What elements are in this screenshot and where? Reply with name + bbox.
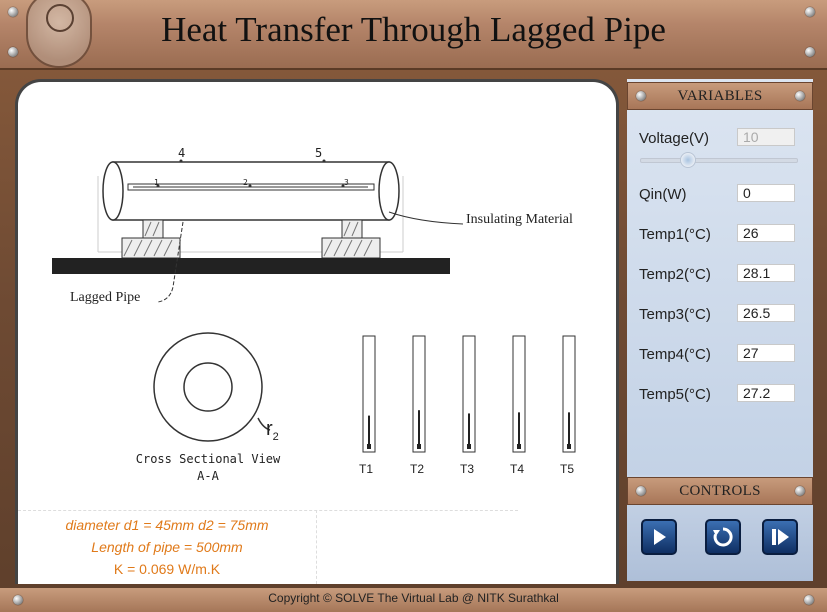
bolt-icon [8, 47, 18, 57]
bolt-icon [805, 7, 815, 17]
bolt-icon [805, 47, 815, 57]
r2-label: r2 [266, 418, 279, 443]
info-conductivity: K = 0.069 W/m.K [113, 561, 221, 577]
variables-header: VARIABLES [627, 82, 813, 110]
temp4-input[interactable]: 27 [737, 344, 795, 362]
temp5-input[interactable]: 27.2 [737, 384, 795, 402]
point-label-4: 4 [178, 146, 186, 160]
voltage-input[interactable]: 10 [737, 128, 795, 146]
r2-subscript: 2 [272, 431, 279, 443]
thermometer-label-t3: T3 [460, 462, 475, 476]
variables-title: VARIABLES [677, 88, 763, 104]
page-title: Heat Transfer Through Lagged Pipe [161, 10, 666, 49]
thermometer-group [362, 335, 576, 453]
experiment-panel: 4 5 1 2 3 Insulating Material Lagged Pip… [15, 79, 619, 584]
bolt-icon [636, 486, 646, 496]
bolt-icon [636, 91, 646, 101]
info-divider-vertical [316, 510, 317, 584]
thermometer-bulb [517, 444, 521, 449]
temp3-label: Temp3(°C) [639, 306, 711, 323]
point-label-5: 5 [315, 146, 323, 160]
play-icon [654, 529, 666, 545]
thermometer-bulb [367, 444, 371, 449]
thermometer-mercury [468, 413, 470, 448]
qin-input[interactable]: 0 [737, 184, 795, 202]
qin-label: Qin(W) [639, 186, 687, 203]
info-length: Length of pipe = 500mm [91, 539, 243, 555]
temp1-input[interactable]: 26 [737, 224, 795, 242]
title-bar: Heat Transfer Through Lagged Pipe [0, 0, 827, 70]
bolt-icon [795, 91, 805, 101]
step-icon [772, 529, 789, 545]
insulating-material-label: Insulating Material [466, 212, 573, 227]
lagged-pipe [102, 161, 400, 221]
voltage-label: Voltage(V) [639, 130, 710, 147]
thermometer-label-t4: T4 [510, 462, 525, 476]
cross-section-title: Cross Sectional View [135, 452, 281, 466]
point-label-3: 3 [344, 178, 349, 187]
thermometer-mercury [418, 410, 420, 448]
thermometer-label-t5: T5 [560, 462, 575, 476]
point-label-1: 1 [154, 178, 159, 187]
thermometer-bulb [467, 444, 471, 449]
info-diameter: diameter d1 = 45mm d2 = 75mm [65, 517, 269, 533]
controls-title: CONTROLS [679, 483, 761, 499]
play-button[interactable] [641, 519, 677, 555]
temp1-label: Temp1(°C) [639, 226, 711, 243]
pipe-support-left [121, 219, 181, 259]
bolt-icon [8, 7, 18, 17]
temp2-label: Temp2(°C) [639, 266, 711, 283]
voltage-slider-track[interactable] [640, 158, 798, 163]
thermometer-label-t2: T2 [410, 462, 425, 476]
footer-bar: Copyright © SOLVE The Virtual Lab @ NITK… [0, 588, 827, 612]
point-label-2: 2 [243, 178, 248, 187]
copyright-text: Copyright © SOLVE The Virtual Lab @ NITK… [268, 591, 559, 605]
bolt-icon [795, 486, 805, 496]
r2-base: r [266, 418, 273, 440]
pipe-support-right [321, 219, 381, 259]
cross-section-view [153, 332, 271, 442]
reset-icon [713, 527, 733, 547]
step-button[interactable] [762, 519, 798, 555]
bolt-icon [804, 595, 814, 605]
temp2-input[interactable]: 28.1 [737, 264, 795, 282]
thermometer-mercury [368, 415, 370, 448]
thermometer-bulb [417, 444, 421, 449]
cross-section-label: Cross Sectional View A-A [128, 451, 288, 485]
cross-section-subtitle: A-A [197, 469, 219, 483]
reset-button[interactable] [705, 519, 741, 555]
thermometer-label-t1: T1 [359, 462, 374, 476]
base-plate [52, 258, 450, 274]
temp5-label: Temp5(°C) [639, 386, 711, 403]
bolt-icon [13, 595, 23, 605]
temp4-label: Temp4(°C) [639, 346, 711, 363]
temp3-input[interactable]: 26.5 [737, 304, 795, 322]
info-divider [18, 510, 518, 511]
thermometer-mercury [568, 412, 570, 448]
thermometer-mercury [518, 412, 520, 448]
controls-header: CONTROLS [627, 477, 813, 505]
thermometer-bulb [567, 444, 571, 449]
lagged-pipe-label: Lagged Pipe [70, 290, 141, 305]
voltage-slider-thumb[interactable] [679, 152, 696, 168]
